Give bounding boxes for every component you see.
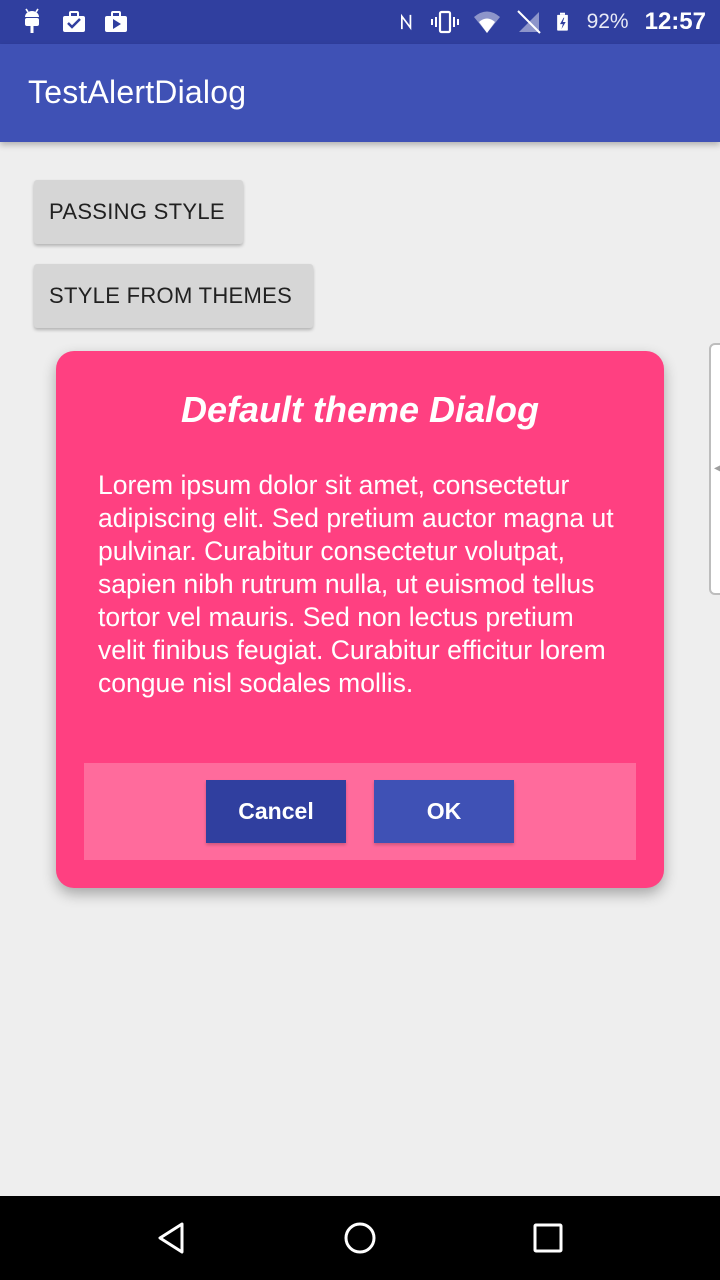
alert-dialog: Default theme Dialog Lorem ipsum dolor s… xyxy=(56,351,664,888)
battery-percent: 92% xyxy=(586,10,629,33)
home-icon[interactable] xyxy=(338,1216,382,1260)
battery-charging-icon xyxy=(556,12,568,31)
briefcase-play-icon xyxy=(105,11,127,32)
navigation-bar xyxy=(0,1196,720,1280)
clock: 12:57 xyxy=(644,8,706,35)
vibrate-icon xyxy=(430,10,459,34)
ok-button[interactable]: OK xyxy=(374,780,514,843)
app-bar: TestAlertDialog xyxy=(0,44,720,142)
no-signal-icon xyxy=(516,10,541,34)
cancel-button[interactable]: Cancel xyxy=(206,780,346,843)
style-from-themes-button[interactable]: STYLE FROM THEMES xyxy=(34,264,313,328)
wifi-icon xyxy=(473,11,500,33)
nfc-icon xyxy=(400,13,411,31)
edge-panel-handle[interactable]: ◀ xyxy=(709,343,720,595)
chevron-left-icon: ◀ xyxy=(714,463,720,474)
dialog-message: Lorem ipsum dolor sit amet, consectetur … xyxy=(98,470,614,698)
recents-icon[interactable] xyxy=(526,1216,570,1260)
status-bar: 92% 12:57 xyxy=(0,0,720,44)
dialog-button-bar: Cancel OK xyxy=(84,763,636,860)
briefcase-check-icon xyxy=(63,11,85,32)
android-icon xyxy=(25,8,39,33)
back-icon[interactable] xyxy=(150,1216,194,1260)
app-title: TestAlertDialog xyxy=(28,74,247,110)
dialog-title: Default theme Dialog xyxy=(180,389,540,430)
passing-style-button[interactable]: PASSING STYLE xyxy=(34,180,243,244)
